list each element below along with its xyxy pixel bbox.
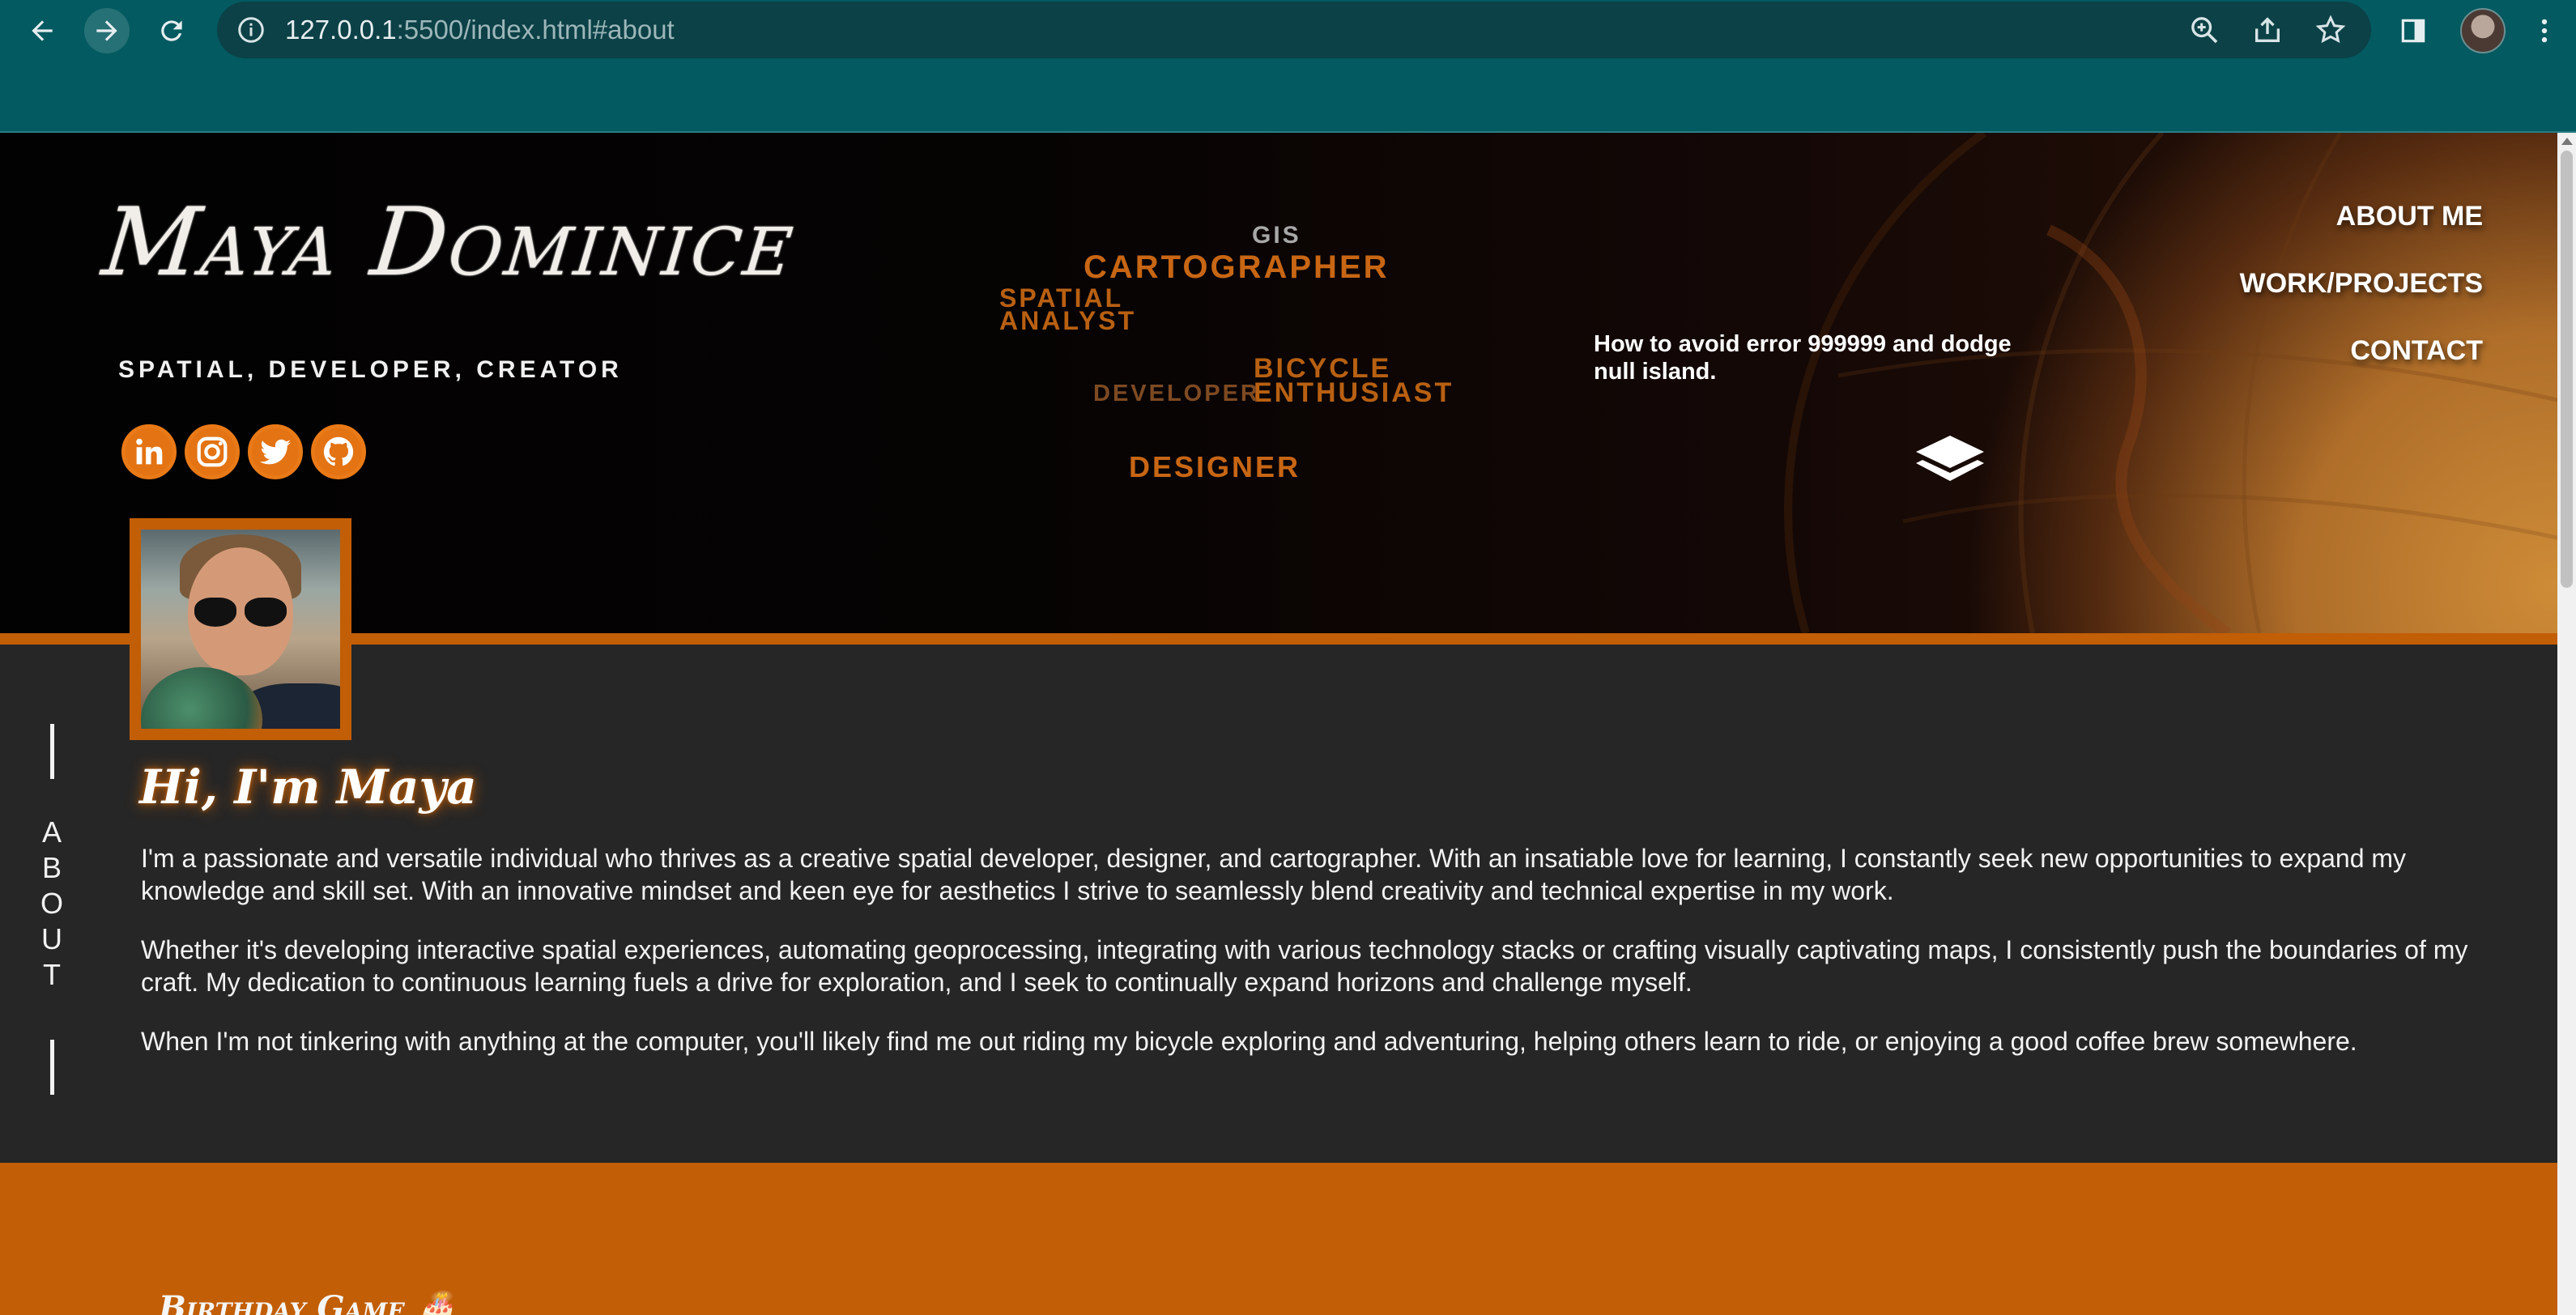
word-bicycle-enthusiast: BICYCLE ENTHUSIAST xyxy=(1254,355,1454,408)
photo-sunglasses-right xyxy=(245,598,287,627)
address-bar[interactable]: 127.0.0.1:5500/index.html#about xyxy=(217,2,2371,58)
side-label-letter: U xyxy=(41,922,62,955)
side-label-letter: A xyxy=(41,815,62,849)
linkedin-icon xyxy=(136,438,163,465)
url-text[interactable]: 127.0.0.1:5500/index.html#about xyxy=(285,15,675,45)
about-paragraph: I'm a passionate and versatile individua… xyxy=(141,844,2407,905)
twitter-link[interactable] xyxy=(248,424,303,479)
photo-globe xyxy=(141,667,262,729)
browser-chrome: 127.0.0.1:5500/index.html#about xyxy=(0,0,2576,133)
nav-work-projects[interactable]: WORK/PROJECTS xyxy=(2240,268,2483,300)
word-enthusiast: ENTHUSIAST xyxy=(1254,377,1454,408)
github-link[interactable] xyxy=(311,424,366,479)
twitter-icon xyxy=(259,439,292,465)
scroll-up-arrow-icon[interactable] xyxy=(2561,138,2573,145)
side-label-letter: B xyxy=(41,851,62,884)
hero-bottom-border xyxy=(0,633,2557,645)
url-host: 127.0.0.1 xyxy=(285,15,397,45)
side-label-bar-bottom xyxy=(49,1040,54,1095)
zoom-icon[interactable] xyxy=(2188,14,2220,46)
side-panel-button[interactable] xyxy=(2391,8,2436,53)
about-heading: Hi, I'm Maya xyxy=(139,760,477,815)
about-body: I'm a passionate and versatile individua… xyxy=(141,842,2473,1084)
word-analyst: ANALYST xyxy=(999,306,1137,335)
about-paragraph: Whether it's developing interactive spat… xyxy=(141,935,2468,997)
side-panel-icon xyxy=(2401,19,2425,43)
back-button[interactable] xyxy=(19,8,65,53)
section-side-label: ABOUT xyxy=(36,724,68,1095)
scrollbar-thumb[interactable] xyxy=(2561,151,2573,588)
word-cartographer: CARTOGRAPHER xyxy=(1084,249,1390,285)
github-icon xyxy=(323,436,354,466)
url-path: :5500/index.html#about xyxy=(396,15,675,45)
birthday-game-title: Birthday Game 🎂 xyxy=(159,1289,457,1315)
linkedin-link[interactable] xyxy=(121,424,177,479)
nav-about-me[interactable]: ABOUT ME xyxy=(2240,201,2483,232)
reload-button[interactable] xyxy=(149,8,194,53)
side-label-letter: O xyxy=(40,887,63,920)
side-label-letter: T xyxy=(43,958,61,991)
layers-icon[interactable] xyxy=(1913,432,1987,486)
profile-photo-image xyxy=(141,530,340,729)
kebab-menu-icon xyxy=(2541,19,2548,43)
bookmark-star-icon[interactable] xyxy=(2314,14,2347,46)
hero-header: Maya Dominice SPATIAL, DEVELOPER, CREATO… xyxy=(0,133,2557,633)
hero-tip-text: How to avoid error 999999 and dodge null… xyxy=(1594,331,2012,385)
about-paragraph: When I'm not tinkering with anything at … xyxy=(141,1027,2357,1056)
site-tagline: SPATIAL, DEVELOPER, CREATOR xyxy=(118,356,623,383)
side-label-bar-top xyxy=(49,724,54,779)
word-designer: DESIGNER xyxy=(1129,450,1301,483)
social-links xyxy=(121,424,366,479)
page-scrollbar[interactable] xyxy=(2557,133,2576,1315)
nav-contact[interactable]: CONTACT xyxy=(2240,335,2483,367)
web-page: Maya Dominice SPATIAL, DEVELOPER, CREATO… xyxy=(0,133,2557,1315)
browser-menu-button[interactable] xyxy=(2522,8,2567,53)
skills-word-cloud: GIS CARTOGRAPHER SPATIAL ANALYST BICYCLE E… xyxy=(996,222,1482,505)
photo-sunglasses-left xyxy=(194,598,236,627)
word-gis: GIS xyxy=(1252,222,1301,249)
share-icon[interactable] xyxy=(2251,14,2284,46)
forward-button[interactable] xyxy=(84,8,130,53)
instagram-icon xyxy=(197,436,228,467)
word-spatial-analyst: SPATIAL ANALYST xyxy=(999,285,1137,335)
reload-icon xyxy=(161,20,182,41)
side-label-text: ABOUT xyxy=(36,815,68,993)
browser-toolbar: 127.0.0.1:5500/index.html#about xyxy=(0,0,2576,62)
profile-photo xyxy=(130,518,351,740)
profile-avatar[interactable] xyxy=(2460,8,2506,53)
site-brand-title[interactable]: Maya Dominice xyxy=(98,188,801,297)
word-developer: DEVELOPER xyxy=(1093,381,1260,406)
info-icon[interactable] xyxy=(236,15,266,45)
arrow-right-icon xyxy=(96,20,117,41)
instagram-link[interactable] xyxy=(185,424,240,479)
main-nav: ABOUT ME WORK/PROJECTS CONTACT xyxy=(2240,201,2483,402)
arrow-left-icon xyxy=(32,20,53,41)
